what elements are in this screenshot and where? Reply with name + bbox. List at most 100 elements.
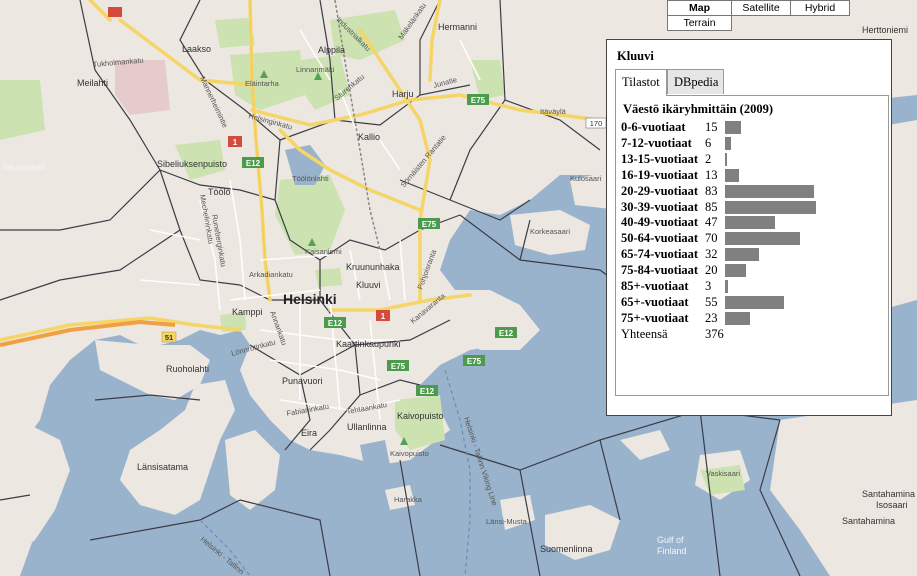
age-group-value: 83 [705, 183, 718, 198]
age-group-label: 7-12-vuotiaat [621, 135, 692, 150]
label-herttoniemi: Herttoniemi [862, 25, 908, 35]
label-toolonlahti: Töölönlahti [292, 174, 329, 183]
age-group-value: 6 [705, 135, 712, 150]
route-1-shield-2: 1 [381, 312, 386, 321]
label-lansi-musta: Länsi-Musta [486, 517, 528, 526]
label-kaivopuisto-park: Kaivopuisto [390, 449, 429, 458]
age-group-value: 55 [705, 294, 718, 309]
age-group-label: 65+-vuotiaat [621, 294, 689, 309]
label-kaisaniemi: Kaisaniemi [305, 247, 342, 256]
label-linnanmaki: Linnanmäki [296, 65, 335, 74]
label-toolo: Töölö [208, 187, 231, 197]
tab-dbpedia[interactable]: DBpedia [667, 69, 724, 94]
label-isosaari: Isosaari [876, 500, 908, 510]
total-label: Yhteensä [621, 326, 668, 341]
label-kruununhaka: Kruununhaka [346, 262, 400, 272]
age-group-bar [725, 121, 741, 134]
info-window: Kluuvi Tilastot DBpedia Väestö ikäryhmit… [606, 39, 892, 416]
age-group-bar [725, 232, 800, 246]
age-group-bar [725, 264, 746, 278]
map-type-satellite-button[interactable]: Satellite [731, 0, 791, 16]
label-ullanlinna: Ullanlinna [347, 422, 387, 432]
age-group-bar [725, 200, 816, 214]
label-kluuvi: Kluuvi [356, 280, 381, 290]
e75-shield-4: E75 [467, 357, 482, 366]
e12-shield-3: E12 [420, 387, 435, 396]
age-group-value: 20 [705, 263, 718, 278]
label-sibelius: Sibeliuksenpuisto [157, 159, 227, 169]
e75-shield-2: E75 [422, 220, 437, 229]
label-elaintarha: Eläintarha [245, 79, 280, 88]
age-group-label: 65-74-vuotiaat [621, 247, 699, 262]
map-type-map-button[interactable]: Map [667, 0, 732, 16]
map-type-terrain-button[interactable]: Terrain [667, 15, 732, 31]
age-group-label: 40-49-vuotiaat [621, 215, 699, 230]
age-group-value: 85 [705, 199, 718, 214]
age-group-value: 13 [705, 167, 718, 182]
age-group-label: 75-84-vuotiaat [621, 263, 699, 278]
age-group-value: 47 [705, 215, 718, 230]
age-group-bar [725, 152, 727, 166]
age-group-label: 85+-vuotiaat [621, 279, 689, 293]
age-group-bar [725, 216, 775, 230]
age-group-value: 2 [705, 151, 712, 166]
label-harakka: Harakka [394, 495, 423, 504]
label-punavuori: Punavuori [282, 376, 323, 386]
age-group-label: 30-39-vuotiaat [621, 199, 699, 214]
e12-shield: E12 [246, 159, 261, 168]
label-seurasaari: Seurasaari [2, 162, 46, 172]
age-group-bar [725, 311, 750, 325]
label-kaivopuisto: Kaivopuisto [397, 411, 444, 421]
total-value: 376 [705, 326, 724, 341]
age-group-label: 16-19-vuotiaat [621, 167, 699, 182]
tab-tilastot[interactable]: Tilastot [615, 69, 667, 96]
age-group-bar [725, 295, 784, 309]
e75-shield-3: E75 [391, 362, 406, 371]
label-meilahti: Meilahti [77, 78, 108, 88]
label-kaartinkaupunki: Kaartinkaupunki [336, 339, 401, 349]
age-group-label: 13-15-vuotiaat [621, 151, 699, 166]
label-korkeasaari: Korkeasaari [530, 227, 570, 236]
label-vaskisaari: Vaskisaari [706, 469, 740, 478]
label-santahamina-2: Santahamina [842, 516, 895, 526]
age-group-value: 3 [705, 279, 712, 293]
label-laakso: Laakso [182, 44, 211, 54]
label-helsinki: Helsinki [283, 291, 337, 307]
label-suomenlinna: Suomenlinna [540, 544, 593, 554]
age-group-bar [725, 248, 759, 262]
info-window-title: Kluuvi [617, 49, 654, 63]
age-group-value: 70 [705, 231, 718, 246]
label-gulf: Gulf of Finland [657, 535, 687, 556]
stats-chart-title: Väestö ikäryhmittäin (2009) [623, 102, 773, 116]
label-santahamina: Santahamina [862, 489, 915, 499]
stats-panel: Väestö ikäryhmittäin (2009) 0-6-vuotiaat… [615, 95, 889, 396]
route-51-shield: 51 [165, 333, 173, 342]
label-lansisatama: Länsisatama [137, 462, 188, 472]
age-group-label: 0-6-vuotiaat [621, 120, 686, 134]
street-arkadiankatu: Arkadiankatu [249, 270, 293, 279]
route-1-shield: 1 [233, 138, 238, 147]
age-group-value: 23 [705, 310, 718, 325]
e12-shield-2: E12 [328, 319, 343, 328]
label-eira: Eira [301, 428, 317, 438]
age-group-bar [725, 168, 739, 182]
route-170-shield: 170 [590, 119, 603, 128]
age-group-bar [725, 136, 731, 150]
street-itavayla: Itäväylä [540, 107, 567, 116]
label-hermanni: Hermanni [438, 22, 477, 32]
label-kulosaari: Kulosaari [570, 174, 602, 183]
label-alppila: Alppila [318, 45, 345, 55]
age-group-value: 15 [705, 120, 718, 134]
age-group-label: 75+-vuotiaat [621, 310, 689, 325]
label-kamppi: Kamppi [232, 307, 263, 317]
age-group-value: 32 [705, 247, 718, 262]
label-harju: Harju [392, 89, 414, 99]
age-group-bar [725, 184, 814, 198]
age-group-label: 50-64-vuotiaat [621, 231, 699, 246]
age-group-label: 20-29-vuotiaat [621, 183, 699, 198]
label-kallio: Kallio [358, 132, 380, 142]
age-group-bar [725, 280, 728, 293]
map-type-hybrid-button[interactable]: Hybrid [790, 0, 850, 16]
e12-shield-4: E12 [499, 329, 514, 338]
e75-shield: E75 [471, 96, 486, 105]
